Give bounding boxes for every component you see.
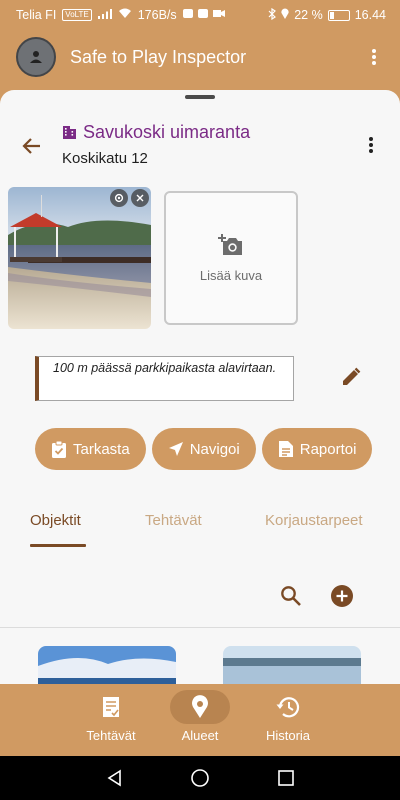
inspect-label: Tarkasta	[73, 440, 130, 458]
avatar[interactable]	[16, 37, 56, 77]
report-button[interactable]: Raportoi	[261, 428, 373, 470]
nav-tasks-label: Tehtävät	[86, 728, 136, 743]
tab-repair-needs[interactable]: Korjaustarpeet	[265, 512, 363, 529]
photo-delete-icon[interactable]	[131, 189, 149, 207]
navigate-button[interactable]: Navigoi	[151, 428, 256, 470]
person-icon	[30, 51, 42, 63]
clock: 16.44	[354, 8, 386, 22]
report-label: Raportoi	[299, 440, 357, 458]
clipboard-check-icon	[52, 440, 66, 458]
app-menu-button[interactable]	[364, 42, 384, 72]
building-icon	[63, 126, 76, 139]
drag-handle[interactable]	[185, 95, 215, 99]
system-recents-icon[interactable]	[276, 768, 296, 788]
location-name: Savukoski uimaranta	[83, 122, 251, 142]
location-menu-button[interactable]	[360, 130, 382, 160]
location-note: 100 m päässä parkkipaikasta alavirtaan.	[35, 356, 294, 401]
status-bar: Telia FI VoLTE 176B/s 22 % 16.44	[0, 0, 400, 30]
carrier-name: Telia FI	[16, 8, 57, 22]
inspect-button[interactable]: Tarkasta	[35, 428, 146, 470]
task-icon	[103, 697, 119, 717]
location-sheet: Savukoski uimaranta Koskikatu 12 Lisää k…	[0, 90, 400, 690]
nav-history[interactable]: Historia	[248, 690, 328, 750]
signal-icon	[97, 8, 112, 22]
notification-icons	[182, 8, 225, 22]
arrow-back-icon	[22, 138, 40, 154]
more-vert-icon	[372, 49, 376, 65]
nav-history-label: Historia	[265, 728, 311, 743]
bluetooth-icon	[268, 7, 277, 23]
location-pin-icon	[192, 695, 208, 718]
add-photo-button[interactable]: Lisää kuva	[164, 191, 298, 325]
add-circle-icon	[331, 585, 353, 607]
nav-tasks[interactable]: Tehtävät	[71, 690, 151, 750]
search-icon	[281, 586, 301, 606]
photo-view-icon[interactable]	[110, 189, 128, 207]
tab-tasks[interactable]: Tehtävät	[145, 512, 202, 529]
divider	[0, 627, 400, 628]
nav-areas[interactable]: Alueet	[160, 690, 240, 750]
system-back-icon[interactable]	[105, 768, 125, 788]
action-buttons: Tarkasta Navigoi Raportoi	[35, 428, 373, 470]
nav-areas-label: Alueet	[181, 728, 219, 743]
more-vert-icon	[369, 137, 373, 153]
back-button[interactable]	[20, 134, 44, 158]
location-photo[interactable]	[8, 187, 151, 329]
add-photo-icon	[218, 233, 242, 255]
battery-icon	[327, 9, 350, 21]
tab-objects[interactable]: Objektit	[30, 512, 81, 529]
search-button[interactable]	[279, 584, 303, 608]
active-tab-indicator	[30, 544, 86, 547]
location-address: Koskikatu 12	[62, 150, 148, 167]
location-status-icon	[281, 8, 289, 22]
volte-badge: VoLTE	[62, 9, 92, 21]
edit-note-button[interactable]	[338, 364, 364, 390]
navigation-arrow-icon	[168, 442, 183, 456]
location-title: Savukoski uimaranta	[62, 122, 250, 143]
pencil-icon	[343, 367, 361, 385]
add-photo-label: Lisää kuva	[199, 267, 263, 283]
add-object-button[interactable]	[330, 584, 354, 608]
system-home-icon[interactable]	[190, 768, 210, 788]
tab-bar: Objektit Tehtävät Korjaustarpeet	[0, 502, 400, 547]
system-navigation-bar	[0, 756, 400, 800]
app-bar: Safe to Play Inspector	[0, 30, 400, 84]
wifi-icon	[118, 8, 132, 22]
battery-percent: 22 %	[294, 8, 323, 22]
history-icon	[276, 697, 300, 718]
network-speed: 176B/s	[137, 8, 177, 22]
document-icon	[278, 441, 293, 457]
navigate-label: Navigoi	[189, 440, 240, 458]
bottom-navigation: Tehtävät Alueet Historia	[0, 684, 400, 756]
app-title: Safe to Play Inspector	[70, 46, 247, 67]
